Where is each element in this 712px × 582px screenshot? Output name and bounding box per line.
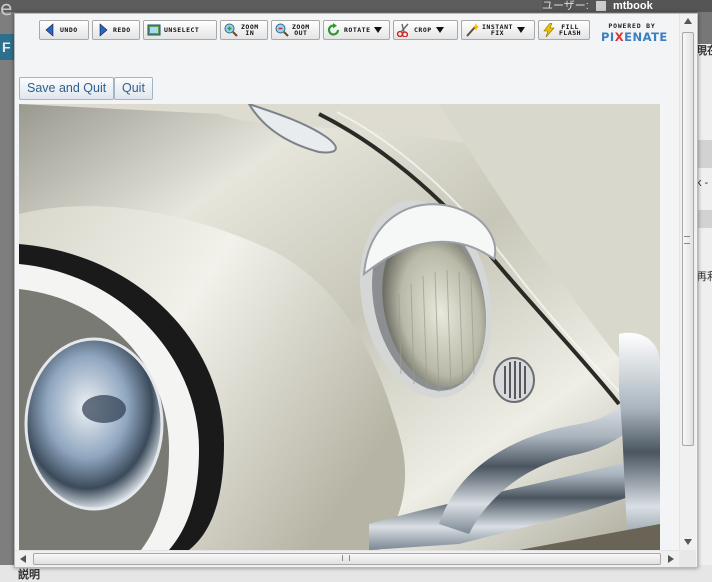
zoom-out-label: ZOOM OUT — [292, 23, 310, 37]
instant-fix-icon — [465, 23, 479, 37]
powered-by-pixenate[interactable]: POWERED BY PIXENATE — [601, 22, 668, 44]
redo-label: REDO — [113, 26, 131, 34]
background-text: 現在 — [696, 45, 712, 57]
zoom-in-icon — [224, 23, 238, 37]
rotate-button[interactable]: ROTATE — [323, 20, 390, 40]
scroll-down-arrow-icon[interactable] — [684, 539, 692, 545]
description-label: 説明 — [18, 569, 40, 581]
unselect-label: UNSELECT — [164, 26, 200, 34]
redo-button[interactable]: REDO — [92, 20, 140, 40]
undo-button[interactable]: UNDO — [39, 20, 89, 40]
user-label: ユーザー: — [542, 0, 589, 12]
crop-icon — [396, 23, 411, 38]
image-editor-dialog: UNDO REDO UNSELECT ZOOM IN ZOOM OUT ROTA… — [14, 13, 698, 568]
undo-label: UNDO — [60, 26, 78, 34]
vertical-scrollbar[interactable] — [679, 14, 696, 550]
scroll-left-arrow-icon[interactable] — [20, 555, 26, 563]
scroll-right-arrow-icon[interactable] — [668, 555, 674, 563]
zoom-in-button[interactable]: ZOOM IN — [220, 20, 268, 40]
instant-fix-button[interactable]: INSTANT FIX — [461, 20, 535, 40]
fill-flash-label: FILL FLASH — [559, 23, 582, 37]
redo-icon — [96, 23, 110, 37]
username[interactable]: mtbook — [613, 0, 653, 12]
horizontal-scrollbar[interactable] — [15, 550, 679, 567]
background-user-info: ユーザー: mtbook — [542, 0, 712, 12]
avatar — [595, 1, 606, 12]
scroll-up-arrow-icon[interactable] — [684, 18, 692, 24]
scroll-grip-icon — [684, 236, 690, 244]
scrollbar-corner — [679, 550, 696, 567]
editor-toolbar: UNDO REDO UNSELECT ZOOM IN ZOOM OUT ROTA… — [39, 19, 593, 41]
background-logo: e — [0, 0, 13, 20]
zoom-out-icon — [275, 23, 289, 37]
edited-photo[interactable] — [19, 104, 660, 550]
background-text: 再利用 — [696, 271, 712, 283]
fill-flash-icon — [542, 22, 556, 38]
editor-content: UNDO REDO UNSELECT ZOOM IN ZOOM OUT ROTA… — [15, 14, 679, 550]
chevron-down-icon[interactable] — [374, 27, 383, 33]
crop-button[interactable]: CROP — [393, 20, 458, 40]
unselect-button[interactable]: UNSELECT — [143, 20, 217, 40]
quit-button[interactable]: Quit — [114, 77, 153, 100]
powered-by-label: POWERED BY — [608, 22, 656, 30]
rotate-label: ROTATE — [344, 26, 371, 34]
chevron-down-icon[interactable] — [435, 27, 444, 33]
unselect-icon — [147, 23, 161, 37]
fill-flash-button[interactable]: FILL FLASH — [538, 20, 590, 40]
instant-fix-label: INSTANT FIX — [482, 23, 513, 37]
zoom-out-button[interactable]: ZOOM OUT — [271, 20, 320, 40]
save-and-quit-button[interactable]: Save and Quit — [19, 77, 115, 100]
undo-icon — [43, 23, 57, 37]
pixenate-logo: PIXENATE — [601, 30, 668, 44]
chevron-down-icon[interactable] — [516, 27, 525, 33]
rotate-icon — [327, 23, 341, 37]
zoom-in-label: ZOOM IN — [241, 23, 259, 37]
crop-label: CROP — [414, 26, 432, 34]
scroll-grip-icon — [342, 555, 350, 561]
